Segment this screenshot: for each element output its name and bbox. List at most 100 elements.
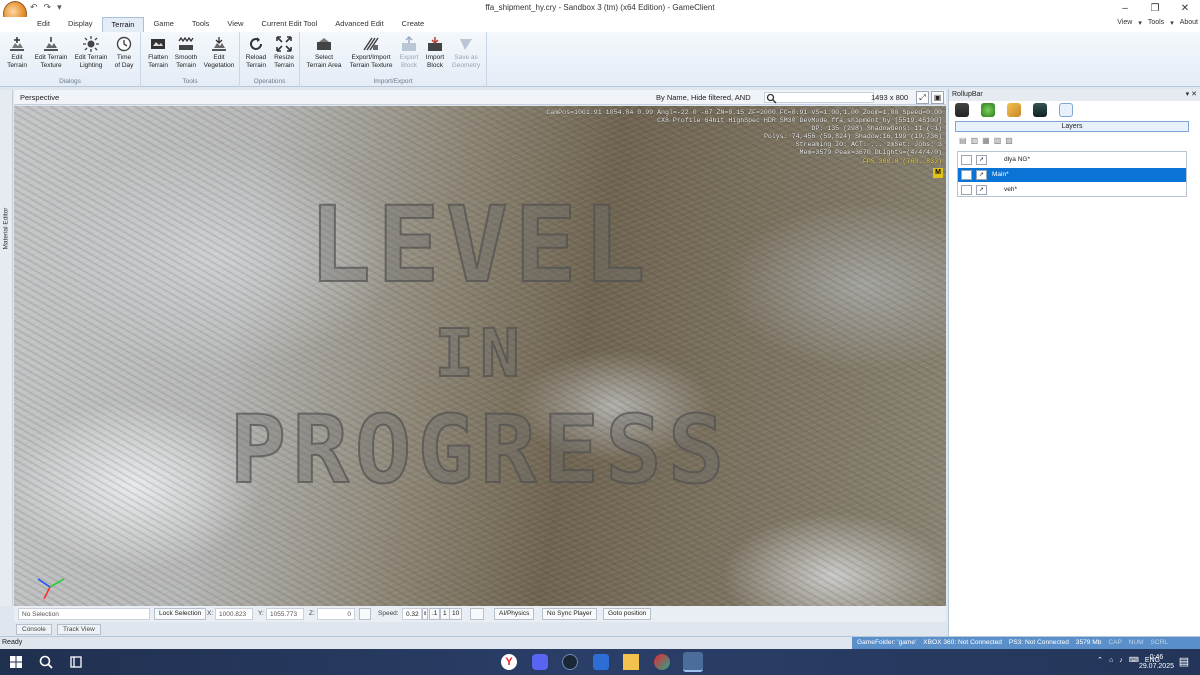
viewport-title[interactable]: Perspective	[20, 93, 59, 102]
rollup-tabs	[951, 102, 1199, 118]
speed-preset-10[interactable]: 10	[449, 608, 463, 620]
objects-tab-icon[interactable]	[955, 103, 969, 117]
export-block-button[interactable]: Export Block	[397, 34, 421, 69]
tab-console[interactable]: Console	[16, 624, 52, 635]
axis-gizmo-icon	[37, 578, 65, 600]
rollup-header-controls[interactable]: ▾ ✕	[1186, 89, 1197, 101]
y-coordinate-field[interactable]: 1055.773	[266, 608, 304, 620]
tab-terrain[interactable]: Terrain	[101, 17, 145, 32]
menu-view[interactable]: View	[1117, 19, 1132, 27]
reload-terrain-button[interactable]: Reload Terrain	[242, 34, 270, 69]
time-of-day-button[interactable]: Time of Day	[111, 34, 137, 69]
edit-terrain-lighting-button[interactable]: Edit Terrain Lighting	[71, 34, 111, 69]
layers-tab-icon[interactable]	[1059, 103, 1073, 117]
sandbox-taskbar-icon[interactable]	[683, 652, 703, 672]
resize-icon	[276, 36, 292, 52]
yandex-browser-icon[interactable]: Y	[501, 654, 517, 670]
delete-layer-icon[interactable]: ▥	[971, 136, 979, 145]
notifications-icon[interactable]: ▤	[1176, 654, 1192, 670]
smooth-terrain-button[interactable]: Smooth Terrain	[171, 34, 201, 69]
resize-terrain-button[interactable]: Resize Terrain	[270, 34, 298, 69]
search-icon[interactable]	[38, 654, 54, 670]
speed-label: Speed:	[378, 610, 399, 617]
texture-io-icon	[363, 37, 379, 51]
material-editor-label[interactable]: Material Editor	[3, 178, 10, 250]
x-coordinate-field[interactable]: 1000.823	[215, 608, 253, 620]
windows-taskbar: Y ⌃ ⌂ ♪ ⌨ ENG 0:46 29.07.2025 ▤	[0, 649, 1200, 675]
save-layer-icon[interactable]: ▧	[994, 136, 1002, 145]
select-terrain-area-button[interactable]: Select Terrain Area	[303, 34, 345, 69]
tab-game[interactable]: Game	[144, 17, 182, 32]
menu-about[interactable]: About	[1180, 19, 1198, 27]
menu-tools[interactable]: Tools	[1148, 19, 1164, 27]
layer-row[interactable]: ➚ veh*	[958, 183, 1186, 197]
edit-terrain-texture-button[interactable]: Edit Terrain Texture	[31, 34, 71, 69]
windows-start-icon[interactable]	[8, 654, 24, 670]
modelling-tab-icon[interactable]	[1007, 103, 1021, 117]
export-import-texture-button[interactable]: Export/Import Terrain Texture	[344, 34, 398, 69]
browser-icon[interactable]	[654, 654, 670, 670]
tab-advanced-edit[interactable]: Advanced Edit	[326, 17, 392, 32]
layer-visibility-checkbox[interactable]	[961, 155, 972, 165]
layer-select-icon[interactable]: ➚	[976, 155, 987, 165]
minimize-button[interactable]: –	[1110, 0, 1140, 17]
app-icon[interactable]	[593, 654, 609, 670]
load-layer-icon[interactable]: ▨	[1005, 136, 1013, 145]
tray-expand-icon[interactable]: ⌃	[1097, 656, 1103, 664]
display-tab-icon[interactable]	[1033, 103, 1047, 117]
layers-header-button[interactable]: Layers	[955, 121, 1189, 132]
network-icon[interactable]: ⌂	[1109, 657, 1113, 664]
close-button[interactable]: ✕	[1170, 0, 1200, 17]
vegetation-icon	[212, 37, 226, 51]
layer-settings-icon[interactable]: ▦	[982, 136, 990, 145]
tab-create[interactable]: Create	[393, 17, 434, 32]
tab-tools[interactable]: Tools	[183, 17, 219, 32]
vector-lock-button[interactable]	[359, 608, 371, 620]
speed-input[interactable]: 0.32	[402, 608, 422, 620]
flatten-terrain-button[interactable]: Flatten Terrain	[143, 34, 173, 69]
layer-row[interactable]: ➚ dlya NG*	[958, 153, 1186, 167]
layer-visibility-checkbox[interactable]	[961, 185, 972, 195]
layer-visibility-checkbox[interactable]	[961, 170, 972, 180]
discord-icon[interactable]	[532, 654, 548, 670]
tab-current-edit-tool[interactable]: Current Edit Tool	[253, 17, 327, 32]
tab-edit[interactable]: Edit	[28, 17, 59, 32]
material-editor-sidebar[interactable]: Material Editor	[0, 90, 13, 606]
lock-selection-button[interactable]: Lock Selection	[154, 608, 207, 620]
layer-select-icon[interactable]: ➚	[976, 170, 987, 180]
perspective-viewport[interactable]: CamPos=1001.91 1054.84 0.99 Angl=-22 0 -…	[14, 106, 946, 606]
tab-track-view[interactable]: Track View	[57, 624, 101, 635]
scroll-indicator: SCRL	[1150, 639, 1169, 646]
terrain-tab-icon[interactable]	[981, 103, 995, 117]
speed-spin-button[interactable]: ⇕	[422, 608, 428, 620]
edit-terrain-button[interactable]: Edit Terrain	[3, 34, 31, 69]
viewport-maximize-button[interactable]: ▣	[931, 91, 944, 104]
volume-icon[interactable]: ♪	[1119, 657, 1123, 664]
task-view-icon[interactable]	[68, 654, 84, 670]
save-as-geometry-button[interactable]: Save as Geometry	[449, 34, 483, 69]
tab-display[interactable]: Display	[59, 17, 102, 32]
layer-select-icon[interactable]: ➚	[976, 185, 987, 195]
group-dialogs: Edit Terrain Edit Terrain Texture Edit Ter…	[0, 32, 141, 87]
sync-player-button[interactable]: No Sync Player	[542, 608, 597, 620]
goto-position-button[interactable]: Goto position	[603, 608, 652, 620]
edit-vegetation-button[interactable]: Edit Vegetation	[201, 34, 237, 69]
ai-physics-button[interactable]: AI/Physics	[494, 608, 535, 620]
group-operations: Reload Terrain Resize Terrain Operations	[240, 32, 300, 87]
z-coordinate-field[interactable]: 0	[317, 608, 355, 620]
new-layer-icon[interactable]: ▤	[959, 136, 967, 145]
layer-row[interactable]: ➚ Main*	[958, 168, 1186, 182]
taskbar-clock[interactable]: 0:46 29.07.2025	[1139, 653, 1174, 671]
import-block-button[interactable]: Import Block	[422, 34, 448, 69]
speed-preset-01[interactable]: .1	[429, 608, 441, 620]
flatten-icon	[151, 39, 165, 49]
viewport-options-button[interactable]: ⤢	[916, 91, 929, 104]
viewport-search-input[interactable]	[764, 92, 874, 104]
tab-view[interactable]: View	[218, 17, 252, 32]
overlay-level: LEVEL	[307, 184, 652, 306]
terrain-follow-button[interactable]	[470, 608, 484, 620]
keyboard-icon[interactable]: ⌨	[1129, 656, 1139, 664]
steam-icon[interactable]	[562, 654, 578, 670]
restore-button[interactable]: ❐	[1140, 0, 1170, 17]
file-explorer-icon[interactable]	[623, 654, 639, 670]
